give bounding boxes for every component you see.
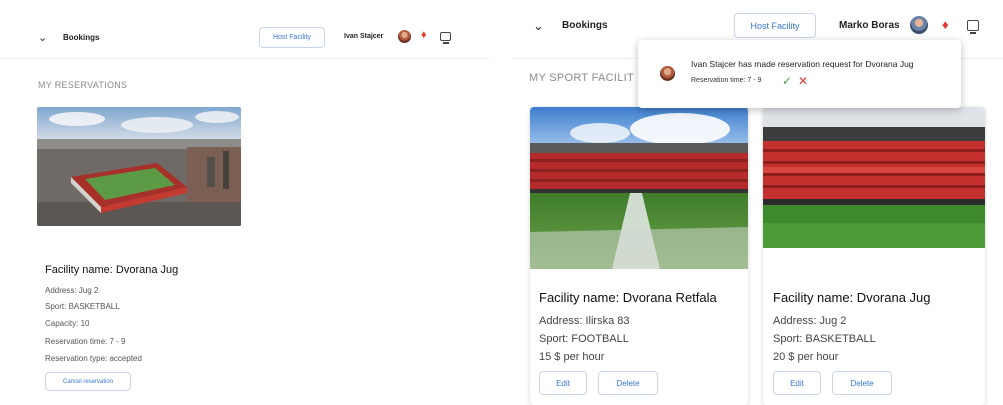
app-title: Bookings bbox=[562, 20, 608, 31]
bell-icon[interactable]: ♦ bbox=[942, 17, 949, 32]
facility-name: Facility name: Dvorana Jug bbox=[773, 290, 931, 305]
check-icon[interactable]: ✓ bbox=[782, 74, 792, 88]
cancel-reservation-button[interactable]: Cancel reservation bbox=[45, 372, 131, 391]
facility-card: Facility name: Dvorana Retfala Address: … bbox=[530, 107, 748, 405]
notification-message: Ivan Stajcer has made reservation reques… bbox=[691, 59, 914, 69]
reservation-type: Reservation type: accepted bbox=[45, 354, 142, 363]
user-name: Ivan Stajcer bbox=[344, 33, 384, 40]
facility-card: Facility name: Dvorana Jug Address: Jug … bbox=[763, 107, 985, 405]
reservations-screen: ⌄ Bookings Host Facility Ivan Stajcer ♦ … bbox=[0, 0, 490, 405]
facility-sport: Sport: FOOTBALL bbox=[539, 333, 629, 345]
facility-price: 20 $ per hour bbox=[773, 351, 839, 363]
section-title: MY RESERVATIONS bbox=[38, 80, 128, 90]
edit-button[interactable]: Edit bbox=[773, 371, 821, 395]
requester-avatar bbox=[660, 66, 675, 81]
facility-address: Address: Jug 2 bbox=[773, 315, 847, 327]
delete-button[interactable]: Delete bbox=[598, 371, 658, 395]
facility-price: 15 $ per hour bbox=[539, 351, 605, 363]
avatar[interactable] bbox=[398, 30, 411, 43]
host-facility-button[interactable]: Host Facility bbox=[259, 27, 325, 48]
football-field-photo bbox=[530, 107, 748, 269]
facility-address: Address: Ilirska 83 bbox=[539, 315, 630, 327]
bell-icon[interactable]: ♦ bbox=[421, 29, 427, 41]
reservation-time: Reservation time: 7 - 9 bbox=[45, 337, 126, 346]
facility-sport: Sport: BASKETBALL bbox=[773, 333, 876, 345]
user-name: Marko Boras bbox=[839, 20, 900, 31]
notification-time: Reservation time: 7 - 9 bbox=[691, 77, 762, 84]
reservation-facility-name: Facility name: Dvorana Jug bbox=[45, 264, 179, 276]
facility-name: Facility name: Dvorana Retfala bbox=[539, 290, 717, 305]
reservation-sport: Sport: BASKETBALL bbox=[45, 302, 120, 311]
monitor-icon[interactable] bbox=[440, 32, 451, 44]
close-icon[interactable]: ✕ bbox=[798, 74, 808, 88]
host-facility-button[interactable]: Host Facility bbox=[734, 13, 816, 38]
delete-button[interactable]: Delete bbox=[832, 371, 892, 395]
chevron-down-icon[interactable]: ⌄ bbox=[533, 18, 544, 34]
reservation-address: Address: Jug 2 bbox=[45, 286, 99, 295]
edit-button[interactable]: Edit bbox=[539, 371, 587, 395]
stadium-aerial-photo bbox=[37, 107, 241, 226]
section-title: MY SPORT FACILIT bbox=[529, 72, 635, 84]
chevron-down-icon[interactable]: ⌄ bbox=[38, 31, 47, 44]
app-title: Bookings bbox=[63, 33, 100, 42]
notification-popover: Ivan Stajcer has made reservation reques… bbox=[638, 40, 961, 108]
facilities-screen: ⌄ Bookings Host Facility Marko Boras ♦ M… bbox=[512, 0, 1003, 405]
monitor-icon[interactable] bbox=[967, 20, 979, 34]
avatar[interactable] bbox=[910, 16, 928, 34]
stadium-stand-photo bbox=[763, 107, 985, 248]
app-bar: ⌄ Bookings Host Facility Ivan Stajcer ♦ bbox=[0, 0, 490, 59]
reservation-capacity: Capacity: 10 bbox=[45, 319, 90, 328]
